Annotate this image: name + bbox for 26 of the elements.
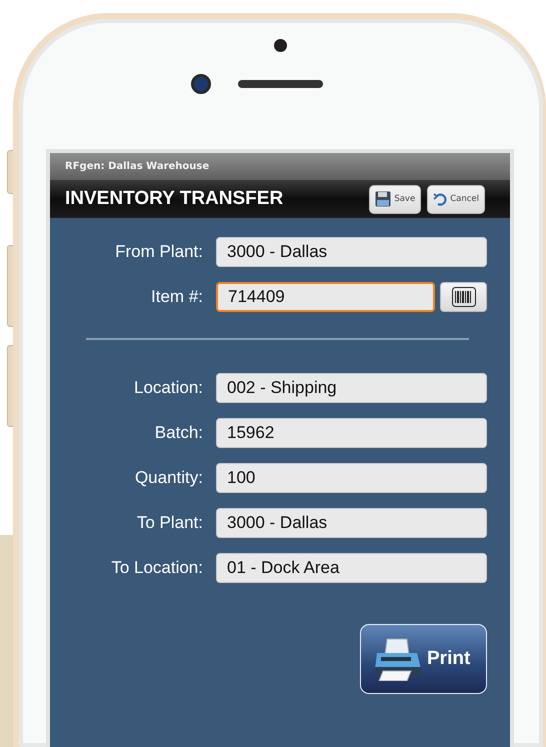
field-label: Item #:	[150, 287, 203, 307]
input-field[interactable]: 100	[216, 463, 487, 493]
print-button[interactable]: Print	[360, 624, 487, 694]
camera-icon	[190, 74, 210, 94]
save-button[interactable]: Save	[369, 184, 422, 214]
field-label: To Plant:	[136, 513, 203, 533]
barcode-icon	[452, 287, 476, 307]
screen-title: INVENTORY TRANSFER	[65, 188, 284, 210]
input-field[interactable]: 002 - Shipping	[216, 373, 487, 403]
field-label: Batch:	[154, 423, 203, 443]
speaker-grille-icon	[238, 80, 322, 88]
input-field[interactable]: 01 - Dock Area	[216, 553, 487, 583]
field-label: Location:	[133, 378, 203, 398]
scan-button[interactable]	[440, 282, 487, 312]
input-field[interactable]: 15962	[216, 418, 487, 448]
printer-icon	[373, 637, 423, 681]
field-label: To Location:	[110, 558, 203, 578]
input-field[interactable]: 3000 - Dallas	[216, 508, 487, 538]
field-label: Quantity:	[134, 468, 203, 488]
undo-arrow-icon	[433, 192, 448, 206]
field-label: From Plant:	[114, 242, 203, 262]
input-field[interactable]: 714409	[216, 282, 435, 312]
cancel-button[interactable]: Cancel	[427, 184, 485, 214]
input-field[interactable]: 3000 - Dallas	[216, 237, 487, 267]
app-subtitle: RFgen: Dallas Warehouse	[65, 161, 210, 172]
sensor-dot-icon	[274, 39, 286, 52]
